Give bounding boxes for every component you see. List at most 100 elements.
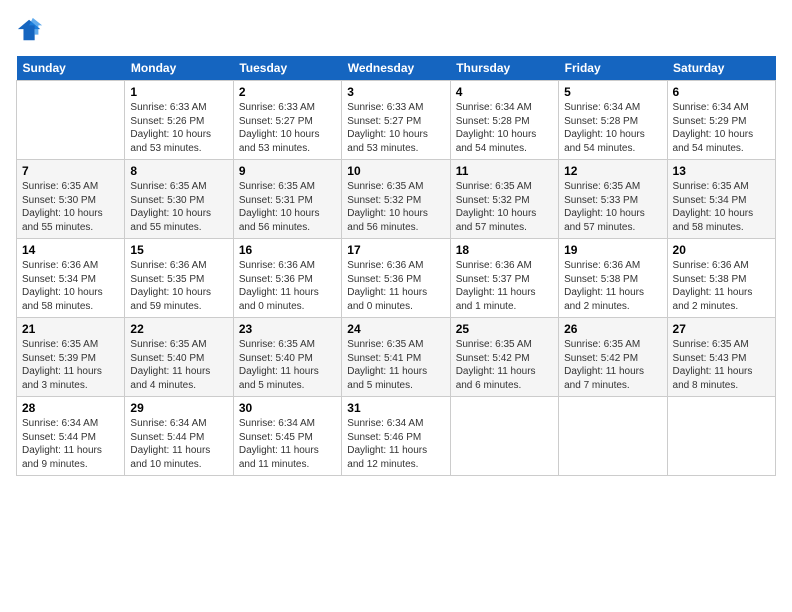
page-header — [16, 16, 776, 44]
cell-content: Sunrise: 6:35 AMSunset: 5:33 PMDaylight:… — [564, 180, 661, 234]
calendar-cell: 13 Sunrise: 6:35 AMSunset: 5:34 PMDayligh… — [667, 160, 775, 239]
cell-content: Sunrise: 6:36 AMSunset: 5:36 PMDaylight:… — [239, 259, 336, 313]
day-header-saturday: Saturday — [667, 56, 775, 81]
day-number: 10 — [347, 164, 444, 178]
day-number: 29 — [130, 401, 227, 415]
calendar-cell: 17Sunrise: 6:36 AMSunset: 5:36 PMDayligh… — [342, 239, 450, 318]
day-number: 30 — [239, 401, 336, 415]
day-header-tuesday: Tuesday — [233, 56, 341, 81]
cell-content: Sunrise: 6:35 AMSunset: 5:42 PMDaylight:… — [564, 338, 661, 392]
calendar-header-row: SundayMondayTuesdayWednesdayThursdayFrid… — [17, 56, 776, 81]
cell-content: Sunrise: 6:35 AMSunset: 5:39 PMDaylight:… — [22, 338, 119, 392]
cell-content: Sunrise: 6:35 AMSunset: 5:31 PMDaylight:… — [239, 180, 336, 234]
calendar-cell — [559, 397, 667, 476]
calendar-cell: 19 Sunrise: 6:36 AMSunset: 5:38 PMDayligh… — [559, 239, 667, 318]
day-number: 21 — [22, 322, 119, 336]
cell-content: Sunrise: 6:36 AMSunset: 5:37 PMDaylight:… — [456, 259, 553, 313]
day-number: 28 — [22, 401, 119, 415]
day-number: 26 — [564, 322, 661, 336]
day-number: 22 — [130, 322, 227, 336]
cell-content: Sunrise: 6:34 AMSunset: 5:44 PMDaylight:… — [22, 417, 119, 471]
cell-content: Sunrise: 6:35 AMSunset: 5:30 PMDaylight:… — [22, 180, 119, 234]
day-header-friday: Friday — [559, 56, 667, 81]
day-number: 23 — [239, 322, 336, 336]
day-header-sunday: Sunday — [17, 56, 125, 81]
calendar-week-5: 28 Sunrise: 6:34 AMSunset: 5:44 PMDayligh… — [17, 397, 776, 476]
day-number: 17 — [347, 243, 444, 257]
calendar-cell: 26 Sunrise: 6:35 AMSunset: 5:42 PMDayligh… — [559, 318, 667, 397]
calendar-cell: 5 Sunrise: 6:34 AMSunset: 5:28 PMDaylight… — [559, 81, 667, 160]
cell-content: Sunrise: 6:35 AMSunset: 5:32 PMDaylight:… — [456, 180, 553, 234]
calendar-cell: 11 Sunrise: 6:35 AMSunset: 5:32 PMDayligh… — [450, 160, 558, 239]
day-number: 27 — [673, 322, 770, 336]
cell-content: Sunrise: 6:35 AMSunset: 5:41 PMDaylight:… — [347, 338, 444, 392]
cell-content: Sunrise: 6:35 AMSunset: 5:43 PMDaylight:… — [673, 338, 770, 392]
calendar-cell: 7 Sunrise: 6:35 AMSunset: 5:30 PMDaylight… — [17, 160, 125, 239]
day-number: 14 — [22, 243, 119, 257]
calendar-cell: 16 Sunrise: 6:36 AMSunset: 5:36 PMDayligh… — [233, 239, 341, 318]
calendar-cell: 10 Sunrise: 6:35 AMSunset: 5:32 PMDayligh… — [342, 160, 450, 239]
calendar-table: SundayMondayTuesdayWednesdayThursdayFrid… — [16, 56, 776, 476]
cell-content: Sunrise: 6:34 AMSunset: 5:44 PMDaylight:… — [130, 417, 227, 471]
calendar-cell: 25Sunrise: 6:35 AMSunset: 5:42 PMDayligh… — [450, 318, 558, 397]
calendar-cell — [667, 397, 775, 476]
cell-content: Sunrise: 6:34 AMSunset: 5:29 PMDaylight:… — [673, 101, 770, 155]
cell-content: Sunrise: 6:35 AMSunset: 5:32 PMDaylight:… — [347, 180, 444, 234]
calendar-cell: 2Sunrise: 6:33 AMSunset: 5:27 PMDaylight… — [233, 81, 341, 160]
cell-content: Sunrise: 6:35 AMSunset: 5:40 PMDaylight:… — [130, 338, 227, 392]
calendar-cell: 14Sunrise: 6:36 AMSunset: 5:34 PMDayligh… — [17, 239, 125, 318]
day-number: 16 — [239, 243, 336, 257]
calendar-cell: 20Sunrise: 6:36 AMSunset: 5:38 PMDayligh… — [667, 239, 775, 318]
day-number: 3 — [347, 85, 444, 99]
calendar-week-1: 1Sunrise: 6:33 AMSunset: 5:26 PMDaylight… — [17, 81, 776, 160]
day-number: 13 — [673, 164, 770, 178]
calendar-week-4: 21 Sunrise: 6:35 AMSunset: 5:39 PMDayligh… — [17, 318, 776, 397]
cell-content: Sunrise: 6:35 AMSunset: 5:34 PMDaylight:… — [673, 180, 770, 234]
calendar-cell: 1Sunrise: 6:33 AMSunset: 5:26 PMDaylight… — [125, 81, 233, 160]
day-number: 2 — [239, 85, 336, 99]
cell-content: Sunrise: 6:33 AMSunset: 5:27 PMDaylight:… — [347, 101, 444, 155]
day-number: 8 — [130, 164, 227, 178]
day-header-thursday: Thursday — [450, 56, 558, 81]
calendar-cell: 23Sunrise: 6:35 AMSunset: 5:40 PMDayligh… — [233, 318, 341, 397]
calendar-cell: 18 Sunrise: 6:36 AMSunset: 5:37 PMDayligh… — [450, 239, 558, 318]
page-container: SundayMondayTuesdayWednesdayThursdayFrid… — [0, 0, 792, 484]
calendar-cell: 8 Sunrise: 6:35 AMSunset: 5:30 PMDaylight… — [125, 160, 233, 239]
calendar-cell — [450, 397, 558, 476]
day-number: 6 — [673, 85, 770, 99]
cell-content: Sunrise: 6:36 AMSunset: 5:38 PMDaylight:… — [564, 259, 661, 313]
calendar-cell: 12 Sunrise: 6:35 AMSunset: 5:33 PMDayligh… — [559, 160, 667, 239]
calendar-cell: 31Sunrise: 6:34 AMSunset: 5:46 PMDayligh… — [342, 397, 450, 476]
calendar-cell: 9 Sunrise: 6:35 AMSunset: 5:31 PMDaylight… — [233, 160, 341, 239]
calendar-cell: 21 Sunrise: 6:35 AMSunset: 5:39 PMDayligh… — [17, 318, 125, 397]
calendar-cell: 4Sunrise: 6:34 AMSunset: 5:28 PMDaylight… — [450, 81, 558, 160]
calendar-body: 1Sunrise: 6:33 AMSunset: 5:26 PMDaylight… — [17, 81, 776, 476]
cell-content: Sunrise: 6:35 AMSunset: 5:30 PMDaylight:… — [130, 180, 227, 234]
day-number: 20 — [673, 243, 770, 257]
day-number: 9 — [239, 164, 336, 178]
cell-content: Sunrise: 6:34 AMSunset: 5:28 PMDaylight:… — [456, 101, 553, 155]
day-number: 18 — [456, 243, 553, 257]
cell-content: Sunrise: 6:34 AMSunset: 5:46 PMDaylight:… — [347, 417, 444, 471]
day-number: 24 — [347, 322, 444, 336]
day-number: 19 — [564, 243, 661, 257]
logo-icon — [16, 16, 44, 44]
calendar-week-3: 14Sunrise: 6:36 AMSunset: 5:34 PMDayligh… — [17, 239, 776, 318]
calendar-cell: 29 Sunrise: 6:34 AMSunset: 5:44 PMDayligh… — [125, 397, 233, 476]
calendar-cell: 27 Sunrise: 6:35 AMSunset: 5:43 PMDayligh… — [667, 318, 775, 397]
day-number: 12 — [564, 164, 661, 178]
calendar-cell: 24 Sunrise: 6:35 AMSunset: 5:41 PMDayligh… — [342, 318, 450, 397]
cell-content: Sunrise: 6:36 AMSunset: 5:35 PMDaylight:… — [130, 259, 227, 313]
logo — [16, 16, 48, 44]
day-number: 11 — [456, 164, 553, 178]
day-number: 5 — [564, 85, 661, 99]
calendar-cell: 3 Sunrise: 6:33 AMSunset: 5:27 PMDaylight… — [342, 81, 450, 160]
day-header-monday: Monday — [125, 56, 233, 81]
cell-content: Sunrise: 6:35 AMSunset: 5:42 PMDaylight:… — [456, 338, 553, 392]
day-number: 1 — [130, 85, 227, 99]
day-number: 7 — [22, 164, 119, 178]
day-number: 15 — [130, 243, 227, 257]
calendar-cell: 30 Sunrise: 6:34 AMSunset: 5:45 PMDayligh… — [233, 397, 341, 476]
cell-content: Sunrise: 6:34 AMSunset: 5:45 PMDaylight:… — [239, 417, 336, 471]
cell-content: Sunrise: 6:34 AMSunset: 5:28 PMDaylight:… — [564, 101, 661, 155]
